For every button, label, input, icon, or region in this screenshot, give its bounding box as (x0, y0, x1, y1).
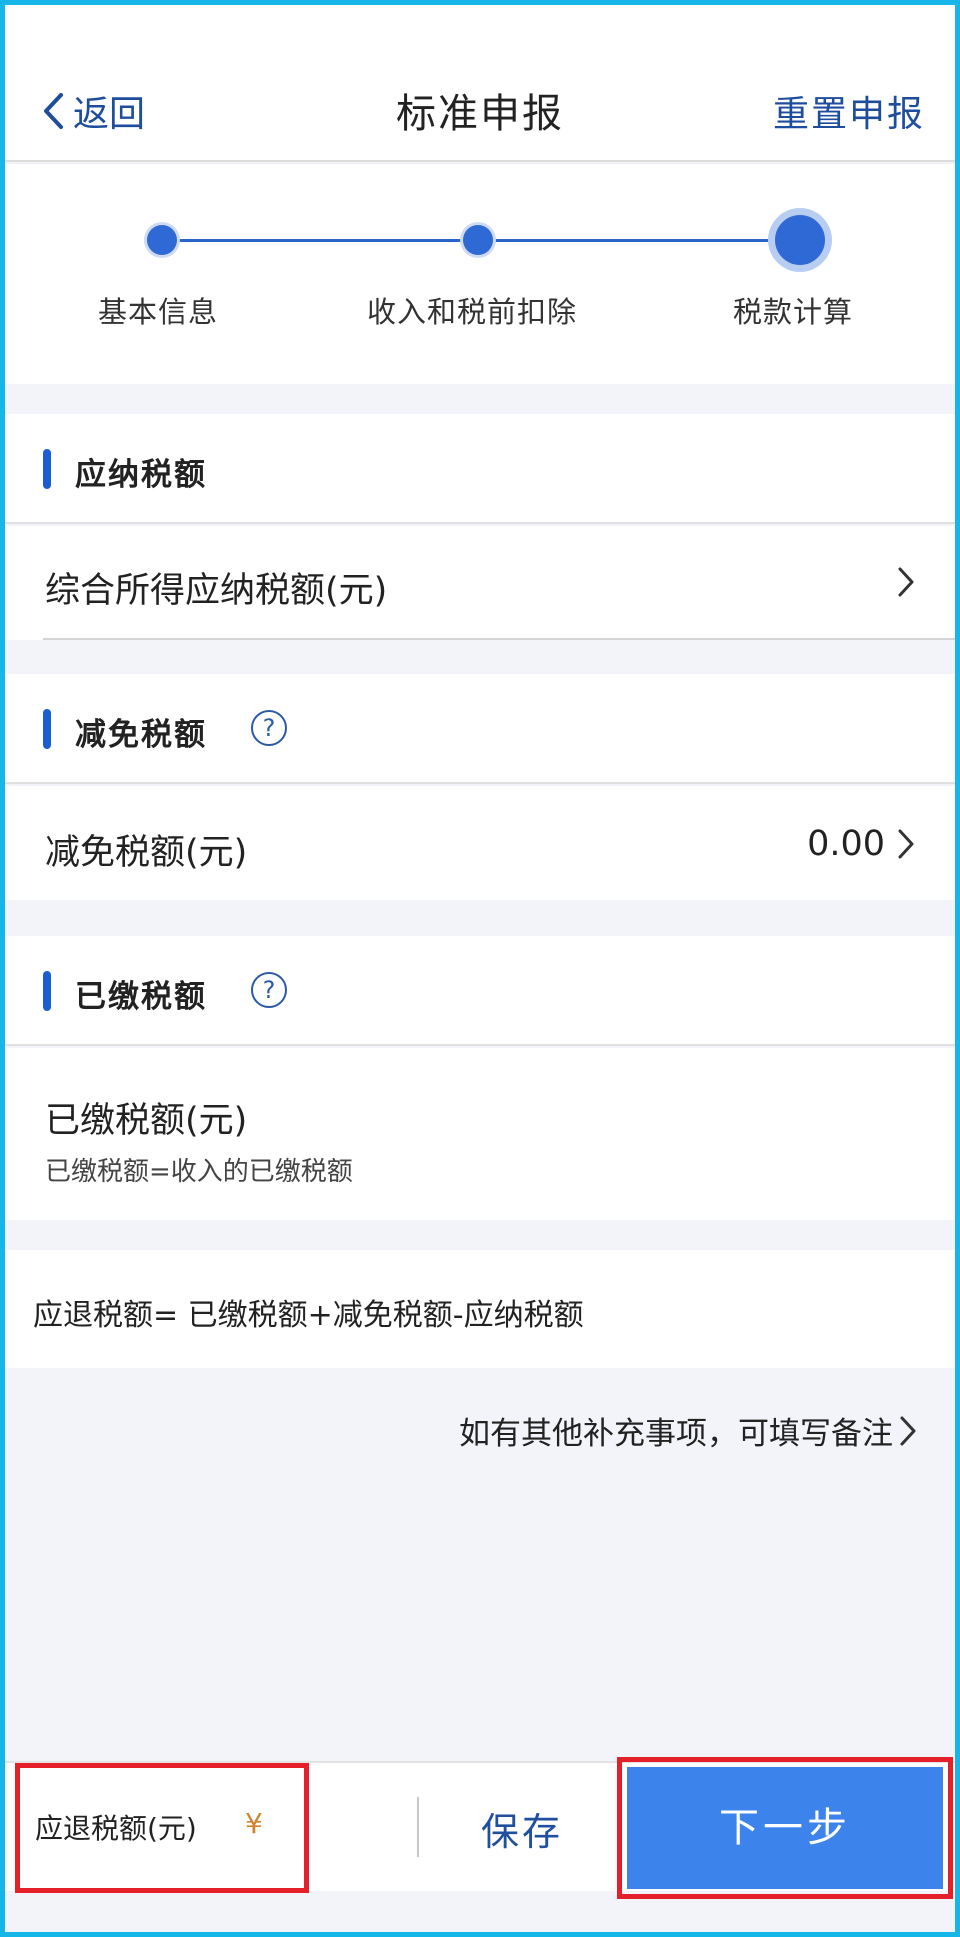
bottom-action-bar: 应退税额(元) ¥ 保存 下一步 (5, 1757, 955, 1899)
remark-link-label: 如有其他补充事项，可填写备注 (459, 1416, 893, 1452)
step-dot-income-deduction (463, 225, 493, 255)
step-dot-basic-info (147, 225, 177, 255)
reset-declaration-button[interactable]: 重置申报 (773, 85, 925, 137)
section-title-paid-tax: 已缴税额 (75, 979, 207, 1015)
screen: 返回 标准申报 重置申报 基本信息 收入和税前扣除 税款计算 应纳税额 综合所得… (5, 5, 955, 1932)
section-accent-bar (43, 449, 51, 489)
step-label-basic-info: 基本信息 (98, 295, 219, 329)
section-accent-bar (43, 709, 51, 749)
row-exemption-amount[interactable]: 减免税额(元) 0.00 (5, 786, 955, 900)
refund-amount-label: 应退税额(元) (35, 1812, 197, 1845)
row-label: 减免税额(元) (45, 833, 248, 873)
step-label-tax-calculation: 税款计算 (733, 295, 854, 329)
nav-header: 返回 标准申报 重置申报 (5, 5, 955, 162)
add-remark-link[interactable]: 如有其他补充事项，可填写备注 (459, 1408, 917, 1453)
row-divider (43, 638, 955, 640)
chevron-right-icon (898, 567, 914, 597)
save-button[interactable]: 保存 (481, 1801, 563, 1856)
help-icon[interactable]: ? (251, 972, 287, 1008)
step-dot-tax-calculation-current (775, 215, 825, 265)
help-icon[interactable]: ? (251, 710, 287, 746)
refund-formula-panel: 应退税额= 已缴税额+减免税额-应纳税额 (5, 1250, 955, 1368)
currency-symbol: ¥ (245, 1807, 263, 1840)
row-paid-tax[interactable]: 已缴税额(元) 已缴税额=收入的已缴税额 (5, 1048, 955, 1220)
row-value: 0.00 (807, 824, 885, 864)
refund-formula-text: 应退税额= 已缴税额+减免税额-应纳税额 (33, 1298, 584, 1333)
progress-stepper: 基本信息 收入和税前扣除 税款计算 (5, 164, 955, 384)
chevron-right-icon (900, 1416, 916, 1445)
next-step-button[interactable]: 下一步 (627, 1767, 943, 1889)
section-header-payable-tax: 应纳税额 (5, 414, 955, 524)
section-accent-bar (43, 971, 51, 1011)
vertical-divider (417, 1797, 419, 1857)
row-comprehensive-payable-tax[interactable]: 综合所得应纳税额(元) (5, 526, 955, 640)
step-label-income-deduction: 收入和税前扣除 (367, 295, 578, 329)
chevron-right-icon (898, 829, 914, 859)
row-label: 已缴税额(元) (45, 1101, 248, 1141)
section-header-paid-tax: 已缴税额 ? (5, 936, 955, 1046)
section-title-exemption: 减免税额 (75, 717, 207, 753)
section-title-payable-tax: 应纳税额 (75, 457, 207, 493)
section-header-exemption: 减免税额 ? (5, 674, 955, 784)
row-subtext: 已缴税额=收入的已缴税额 (45, 1157, 353, 1187)
row-label: 综合所得应纳税额(元) (45, 571, 388, 611)
